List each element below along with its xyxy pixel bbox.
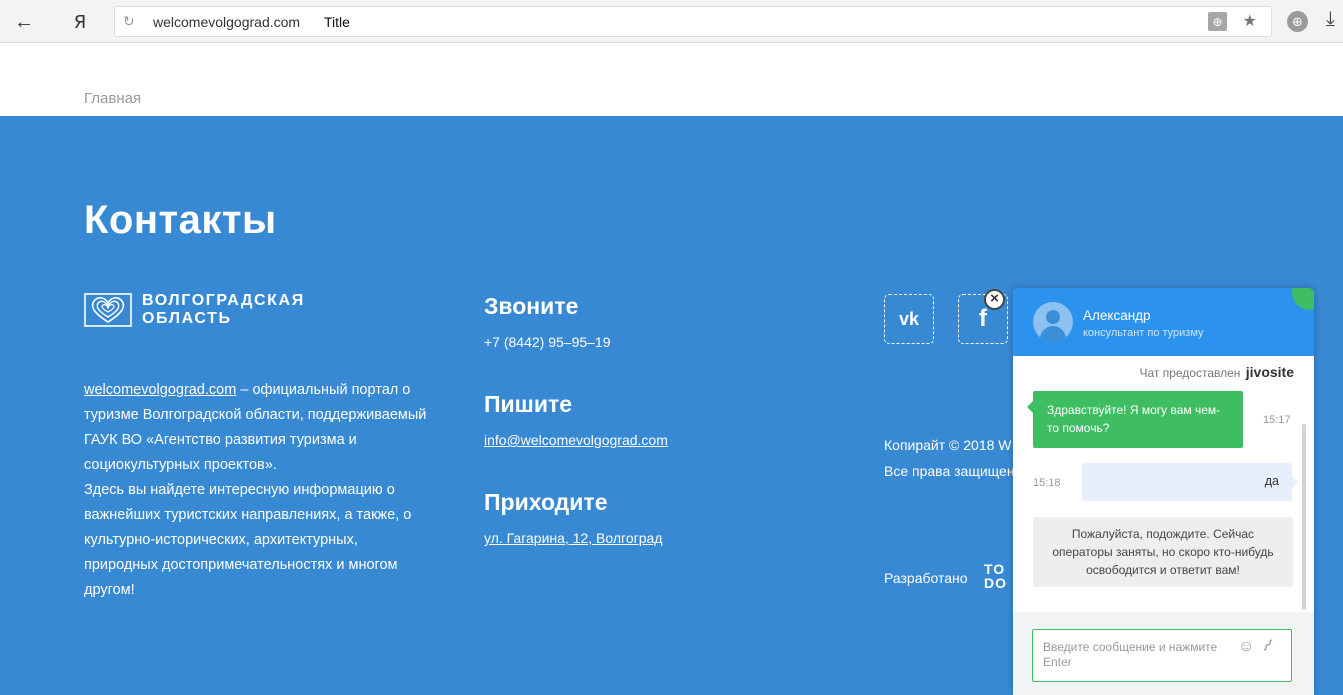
jivosite-logo: jivosite [1245, 364, 1294, 380]
call-heading: Звоните [484, 293, 579, 319]
about-text: welcomevolgograd.com – официальный порта… [84, 378, 429, 603]
address-heading: Приходите [484, 489, 608, 515]
user-message-time: 15:18 [1033, 477, 1061, 489]
address-bar[interactable]: ↻ welcomevolgograd.com Title ⊕ ★ [114, 6, 1272, 37]
copyright-line-1: Копирайт © 2018 W [884, 437, 1012, 453]
about-paragraph-2: Здесь вы найдете интересную информацию о… [84, 482, 412, 598]
copyright-line-2: Все права защищены [884, 463, 1014, 479]
operator-message: Здравствуйте! Я могу вам чем-то помочь? [1027, 391, 1243, 448]
region-logo[interactable]: ВОЛГОГРАДСКАЯ ОБЛАСТЬ [84, 292, 305, 328]
breadcrumb-home[interactable]: Главная [84, 90, 141, 107]
write-heading: Пишите [484, 391, 573, 417]
system-message: Пожалуйста, подождите. Сейчас операторы … [1033, 517, 1293, 587]
phone-number[interactable]: +7 (8442) 95–95–19 [484, 334, 611, 350]
globe-icon[interactable]: ⊕ [1287, 11, 1308, 32]
operator-message-time: 15:17 [1263, 414, 1291, 426]
operator-role: консультант по туризму [1083, 327, 1204, 339]
address-section: Приходите ул. Гагарина, 12, Волгоград [484, 489, 662, 546]
vk-icon: vk [898, 308, 920, 329]
address-link[interactable]: ул. Гагарина, 12, Волгоград [484, 530, 662, 546]
operator-name: Александр [1083, 308, 1151, 323]
powered-by-label: Чат предоставлен [1139, 366, 1241, 380]
logo-text: ВОЛГОГРАДСКАЯ ОБЛАСТЬ [142, 292, 305, 328]
portal-link[interactable]: welcomevolgograd.com [84, 382, 236, 398]
logo-line-1: ВОЛГОГРАДСКАЯ [142, 292, 305, 309]
page-title: Контакты [84, 198, 277, 242]
close-chat-icon[interactable]: × [984, 289, 1005, 310]
chat-messages: Здравствуйте! Я могу вам чем-то помочь? … [1013, 384, 1314, 612]
page-title-in-address: Title [324, 14, 350, 30]
back-arrow-icon[interactable]: ← [8, 6, 40, 38]
developer-logo-line-2: DO [984, 575, 1007, 590]
vk-social-button[interactable]: vk [884, 294, 934, 344]
operator-avatar [1033, 302, 1073, 342]
download-icon[interactable]: ⤓ [1326, 8, 1335, 31]
user-message: да [1082, 463, 1298, 501]
write-section: Пишите info@welcomevolgograd.com [484, 391, 668, 448]
corner-badge [1292, 288, 1314, 310]
copyright: Копирайт © 2018 W Все права защищены [884, 432, 1014, 484]
protect-icon[interactable]: ⊕ [1208, 12, 1227, 31]
logo-line-2: ОБЛАСТЬ [142, 310, 232, 327]
powered-by[interactable]: Чат предоставлен jivosite [1139, 364, 1294, 380]
reload-icon[interactable]: ↻ [123, 13, 135, 30]
heart-logo-icon [84, 293, 132, 327]
chat-header[interactable]: Александр консультант по туризму [1013, 288, 1314, 356]
emoji-smile-icon[interactable]: ☺ [1238, 638, 1254, 656]
yandex-logo-icon[interactable]: Я [64, 6, 96, 38]
developer-logo-line-1: TO [984, 562, 1006, 577]
chat-widget: Александр консультант по туризму Чат пре… [1013, 288, 1314, 695]
url-domain: welcomevolgograd.com [153, 14, 301, 30]
bookmark-star-icon[interactable]: ★ [1243, 11, 1257, 31]
chat-input-area: Введите сообщение и нажмите Enter ☺ ⌇ [1013, 612, 1314, 695]
call-section: Звоните +7 (8442) 95–95–19 [484, 293, 611, 350]
developed-by-label: Разработано [884, 570, 968, 586]
email-link[interactable]: info@welcomevolgograd.com [484, 432, 668, 448]
facebook-icon: f [979, 305, 987, 332]
browser-toolbar: ← Я ↻ welcomevolgograd.com Title ⊕ ★ ⊕ ⤓ [0, 0, 1343, 43]
developer-logo[interactable]: TO DO [984, 562, 1014, 590]
chat-scrollbar[interactable] [1302, 424, 1306, 610]
